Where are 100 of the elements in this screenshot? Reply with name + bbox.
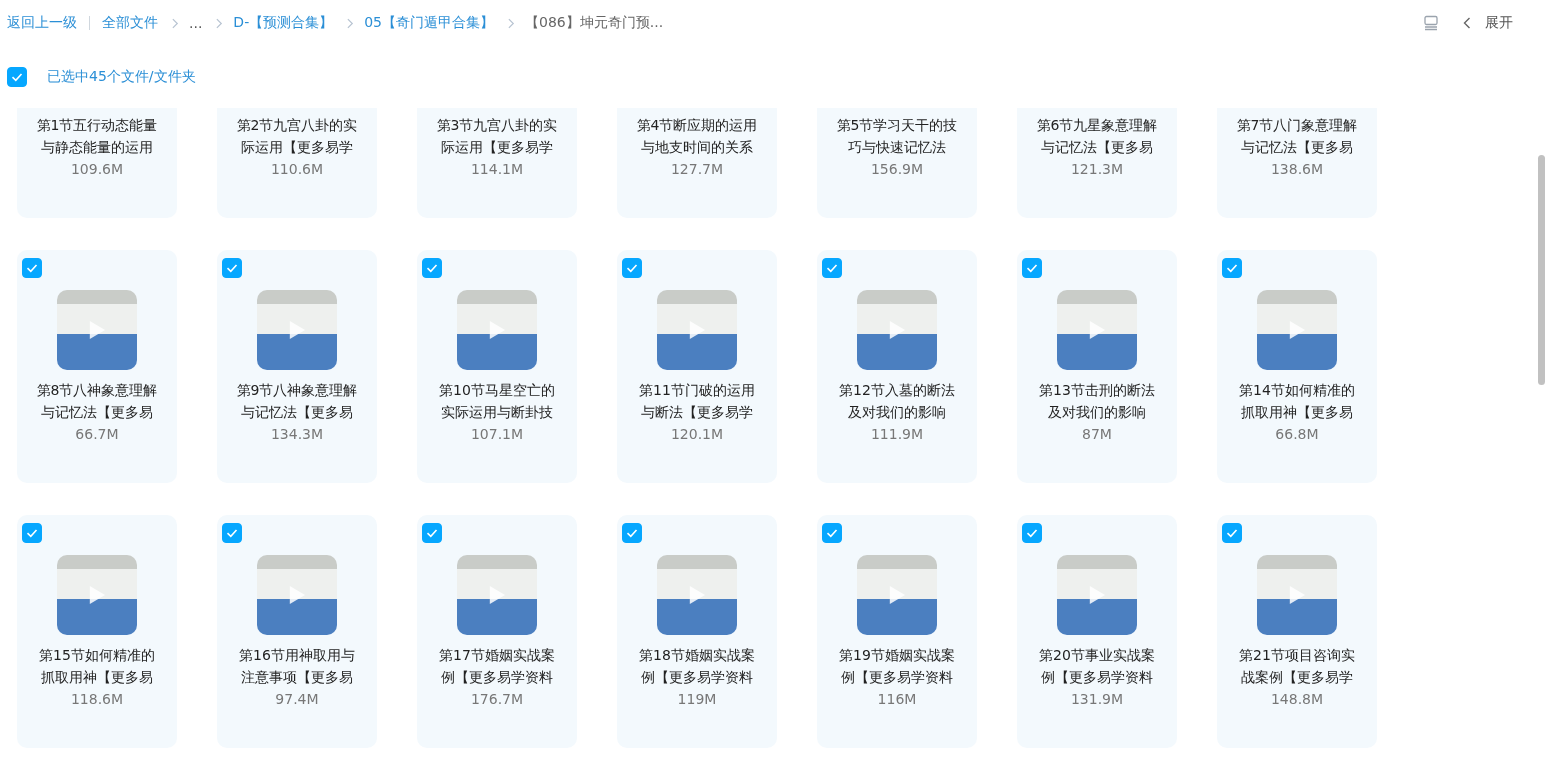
play-icon <box>288 320 306 340</box>
file-size: 66.8M <box>1275 426 1319 442</box>
file-checkbox[interactable] <box>222 258 242 278</box>
file-card[interactable]: 第21节项目咨询实战案例【更多易学 148.8M <box>1217 515 1377 748</box>
file-card[interactable]: 第13节击刑的断法及对我们的影响 87M <box>1017 250 1177 483</box>
file-size: 121.3M <box>1070 161 1124 177</box>
breadcrumb-link[interactable]: D-【预测合集】 <box>233 14 334 32</box>
chevron-left-icon[interactable] <box>1463 17 1471 29</box>
play-icon <box>888 320 906 340</box>
file-size: 120.1M <box>670 426 724 442</box>
file-name: 第10节马星空亡的实际运用与断卦技 <box>438 381 556 422</box>
file-checkbox[interactable] <box>1222 523 1242 543</box>
file-checkbox[interactable] <box>22 258 42 278</box>
back-link[interactable]: 返回上一级 <box>7 14 77 32</box>
file-card[interactable]: 第15节如何精准的抓取用神【更多易 118.6M <box>17 515 177 748</box>
file-name: 第20节事业实战案例【更多易学资料 <box>1038 646 1156 687</box>
file-size: 107.1M <box>470 426 524 442</box>
play-icon <box>1088 320 1106 340</box>
chevron-icon <box>347 17 355 29</box>
file-card[interactable]: 第9节八神象意理解与记忆法【更多易 134.3M <box>217 250 377 483</box>
play-icon <box>1088 585 1106 605</box>
file-checkbox[interactable] <box>1022 523 1042 543</box>
file-card[interactable]: 第19节婚姻实战案例【更多易学资料 116M <box>817 515 977 748</box>
file-size: 119M <box>677 691 717 707</box>
file-name: 第13节击刑的断法及对我们的影响 <box>1038 381 1156 422</box>
file-size: 116M <box>877 691 917 707</box>
file-size: 110.6M <box>270 161 324 177</box>
file-checkbox[interactable] <box>1022 258 1042 278</box>
file-name: 第7节八门象意理解与记忆法【更多易 <box>1235 116 1359 157</box>
file-size: 109.6M <box>70 161 124 177</box>
file-card[interactable]: 第18节婚姻实战案例【更多易学资料 119M <box>617 515 777 748</box>
play-icon <box>1288 585 1306 605</box>
layout-icon[interactable] <box>1423 15 1439 31</box>
file-card[interactable]: 第12节入墓的断法及对我们的影响 111.9M <box>817 250 977 483</box>
play-icon <box>1288 320 1306 340</box>
current-folder-name: 【086】坤元奇门预... <box>525 14 664 32</box>
file-name: 第2节九宫八卦的实际运用【更多易学 <box>235 116 359 157</box>
file-size: 118.6M <box>70 691 124 707</box>
file-checkbox[interactable] <box>822 523 842 543</box>
file-name: 第1节五行动态能量与静态能量的运用 <box>35 116 159 157</box>
file-card[interactable]: 第16节用神取用与注意事项【更多易 97.4M <box>217 515 377 748</box>
file-size: 176.7M <box>470 691 524 707</box>
file-name: 第9节八神象意理解与记忆法【更多易 <box>235 381 359 422</box>
file-card[interactable]: 第7节八门象意理解与记忆法【更多易 138.6M <box>1217 108 1377 218</box>
play-icon <box>688 320 706 340</box>
file-size: 134.3M <box>270 426 324 442</box>
file-name: 第6节九星象意理解与记忆法【更多易 <box>1035 116 1159 157</box>
expand-button[interactable]: 展开 <box>1485 14 1513 32</box>
breadcrumb-link[interactable]: 全部文件 <box>102 14 158 32</box>
play-icon <box>88 320 106 340</box>
file-size: 111.9M <box>870 426 924 442</box>
file-card[interactable]: 第14节如何精准的抓取用神【更多易 66.8M <box>1217 250 1377 483</box>
play-icon <box>88 585 106 605</box>
file-size: 131.9M <box>1070 691 1124 707</box>
file-size: 127.7M <box>670 161 724 177</box>
select-all-checkbox[interactable] <box>7 67 27 87</box>
file-card[interactable]: 第20节事业实战案例【更多易学资料 131.9M <box>1017 515 1177 748</box>
file-checkbox[interactable] <box>422 258 442 278</box>
breadcrumb-link[interactable]: ... <box>189 15 203 31</box>
selection-count: 已选中45个文件/文件夹 <box>47 68 196 86</box>
file-name: 第12节入墓的断法及对我们的影响 <box>838 381 956 422</box>
play-icon <box>288 585 306 605</box>
file-checkbox[interactable] <box>622 523 642 543</box>
file-checkbox[interactable] <box>222 523 242 543</box>
file-checkbox[interactable] <box>622 258 642 278</box>
play-icon <box>888 585 906 605</box>
file-card[interactable]: 第8节八神象意理解与记忆法【更多易 66.7M <box>17 250 177 483</box>
file-name: 第4节断应期的运用与地支时间的关系 <box>635 116 759 157</box>
file-card[interactable]: 第4节断应期的运用与地支时间的关系 127.7M <box>617 108 777 218</box>
file-checkbox[interactable] <box>1222 258 1242 278</box>
play-icon <box>488 585 506 605</box>
file-name: 第5节学习天干的技巧与快速记忆法 <box>835 116 959 157</box>
file-card[interactable]: 第6节九星象意理解与记忆法【更多易 121.3M <box>1017 108 1177 218</box>
scrollbar-thumb[interactable] <box>1538 155 1545 385</box>
file-size: 66.7M <box>75 426 119 442</box>
breadcrumb-link[interactable]: 05【奇门遁甲合集】 <box>364 14 495 32</box>
file-name: 第16节用神取用与注意事项【更多易 <box>238 646 356 687</box>
file-card[interactable]: 第10节马星空亡的实际运用与断卦技 107.1M <box>417 250 577 483</box>
file-card[interactable]: 第5节学习天干的技巧与快速记忆法 156.9M <box>817 108 977 218</box>
file-name: 第3节九宫八卦的实际运用【更多易学 <box>435 116 559 157</box>
file-card[interactable]: 第1节五行动态能量与静态能量的运用 109.6M <box>17 108 177 218</box>
file-name: 第17节婚姻实战案例【更多易学资料 <box>438 646 556 687</box>
file-card[interactable]: 第17节婚姻实战案例【更多易学资料 176.7M <box>417 515 577 748</box>
chevron-icon <box>508 17 516 29</box>
file-checkbox[interactable] <box>422 523 442 543</box>
file-checkbox[interactable] <box>22 523 42 543</box>
file-card[interactable]: 第11节门破的运用与断法【更多易学 120.1M <box>617 250 777 483</box>
file-size: 87M <box>1082 426 1112 442</box>
file-name: 第19节婚姻实战案例【更多易学资料 <box>838 646 956 687</box>
file-card[interactable]: 第3节九宫八卦的实际运用【更多易学 114.1M <box>417 108 577 218</box>
file-name: 第11节门破的运用与断法【更多易学 <box>638 381 756 422</box>
file-name: 第8节八神象意理解与记忆法【更多易 <box>35 381 159 422</box>
chevron-icon <box>216 17 224 29</box>
file-size: 138.6M <box>1270 161 1324 177</box>
file-size: 97.4M <box>275 691 319 707</box>
file-checkbox[interactable] <box>822 258 842 278</box>
play-icon <box>488 320 506 340</box>
file-card[interactable]: 第2节九宫八卦的实际运用【更多易学 110.6M <box>217 108 377 218</box>
file-name: 第14节如何精准的抓取用神【更多易 <box>1238 381 1356 422</box>
file-name: 第21节项目咨询实战案例【更多易学 <box>1238 646 1356 687</box>
